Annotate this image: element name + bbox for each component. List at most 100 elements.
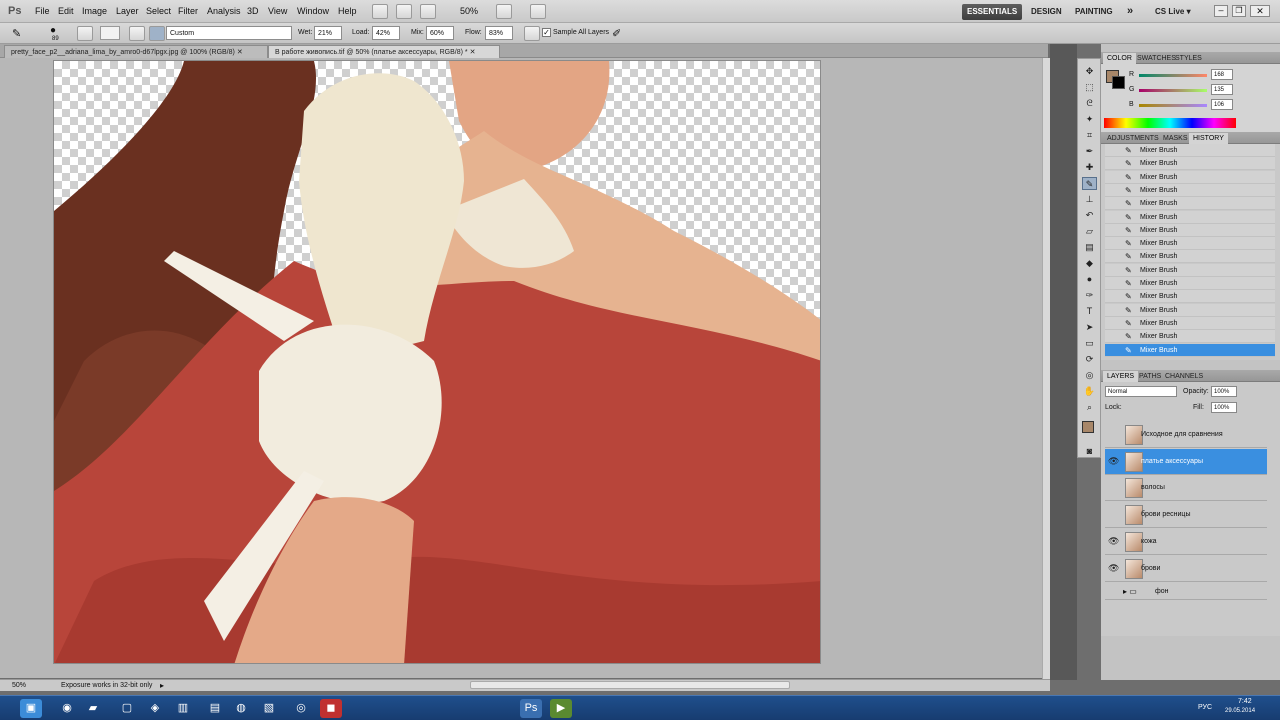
history-item[interactable]: ✎ Mixer Brush bbox=[1105, 144, 1275, 157]
path-selection-tool-icon[interactable]: ➤ bbox=[1082, 321, 1097, 334]
app-icon[interactable]: ▧ bbox=[258, 699, 280, 718]
blend-mode-select[interactable]: Normal bbox=[1105, 386, 1177, 397]
chrome-icon[interactable]: ◉ bbox=[56, 699, 78, 718]
launch-bridge-button[interactable] bbox=[372, 4, 388, 19]
vertical-scrollbar[interactable] bbox=[1042, 58, 1050, 680]
menu-analysis[interactable]: Analysis bbox=[207, 6, 241, 16]
zoom-tool-icon[interactable]: ⌕ bbox=[1082, 401, 1097, 414]
clock-date[interactable]: 29.05.2014 bbox=[1225, 708, 1255, 714]
clean-brush-after-stroke-button[interactable] bbox=[149, 26, 165, 41]
menu-3d[interactable]: 3D bbox=[247, 6, 259, 16]
app-icon[interactable]: ◈ bbox=[144, 699, 166, 718]
menu-layer[interactable]: Layer bbox=[116, 6, 139, 16]
horizontal-scrollbar-thumb[interactable] bbox=[470, 681, 790, 689]
history-item[interactable]: ✎ Mixer Brush bbox=[1105, 290, 1275, 304]
visibility-eye-icon[interactable] bbox=[1108, 509, 1119, 520]
history-item[interactable]: ✎ Mixer Brush bbox=[1105, 170, 1275, 184]
app-icon[interactable]: ◎ bbox=[290, 699, 312, 718]
restore-icon[interactable]: ❐ bbox=[1232, 5, 1246, 17]
workspace-essentials[interactable]: ESSENTIALS bbox=[962, 4, 1023, 20]
mix-input[interactable]: 60% bbox=[426, 26, 454, 40]
workspace-design[interactable]: DESIGN bbox=[1026, 4, 1067, 20]
layer-row[interactable]: брови ресницы bbox=[1105, 502, 1267, 529]
layer-row[interactable]: 👁 платье аксессуары bbox=[1105, 448, 1267, 475]
history-item[interactable]: ✎ Mixer Brush bbox=[1105, 250, 1275, 264]
brush-panel-toggle-button[interactable] bbox=[77, 26, 93, 41]
app-icon[interactable]: ▤ bbox=[204, 699, 226, 718]
color-spectrum-ramp[interactable] bbox=[1104, 118, 1236, 128]
green-slider[interactable] bbox=[1139, 89, 1207, 92]
menu-filter[interactable]: Filter bbox=[178, 6, 198, 16]
history-item[interactable]: ✎ Mixer Brush bbox=[1105, 223, 1275, 237]
history-item[interactable]: ✎ Mixer Brush bbox=[1105, 183, 1275, 197]
sample-all-layers-checkbox[interactable]: ✓ bbox=[542, 28, 551, 37]
tab-adjustments[interactable]: ADJUSTMENTS bbox=[1103, 133, 1163, 144]
blue-slider[interactable] bbox=[1139, 104, 1207, 107]
photoshop-task-icon[interactable]: Ps bbox=[520, 699, 542, 718]
foreground-color-swatch[interactable] bbox=[1082, 421, 1094, 433]
document-canvas[interactable] bbox=[53, 60, 821, 664]
history-item[interactable]: ✎ Mixer Brush bbox=[1105, 263, 1275, 277]
close-tab-icon[interactable]: ✕ bbox=[470, 49, 476, 56]
language-indicator[interactable]: РУС bbox=[1198, 704, 1212, 711]
clone-stamp-tool-icon[interactable]: ⊥ bbox=[1082, 193, 1097, 206]
tab-reference-photo[interactable]: pretty_face_p2__adriana_lima_by_amro0-d6… bbox=[4, 45, 268, 58]
app-icon[interactable]: ▥ bbox=[172, 699, 194, 718]
red-slider[interactable] bbox=[1139, 74, 1207, 77]
workspace-painting[interactable]: PAINTING bbox=[1070, 4, 1118, 20]
menu-select[interactable]: Select bbox=[146, 6, 171, 16]
layer-row[interactable]: Исходное для сравнения bbox=[1105, 422, 1267, 448]
launch-mini-bridge-button[interactable] bbox=[396, 4, 412, 19]
shape-tool-icon[interactable]: ▭ bbox=[1082, 337, 1097, 350]
arrange-documents-button[interactable] bbox=[496, 4, 512, 19]
pressure-icon[interactable]: ✐ bbox=[612, 27, 621, 40]
history-item[interactable]: ✎ Mixer Brush bbox=[1105, 277, 1275, 290]
quick-selection-tool-icon[interactable]: ✦ bbox=[1082, 113, 1097, 126]
history-item[interactable]: ✎ Mixer Brush bbox=[1105, 197, 1275, 211]
history-item[interactable]: ✎ Mixer Brush bbox=[1105, 330, 1275, 344]
history-item[interactable]: ✎ Mixer Brush bbox=[1105, 210, 1275, 224]
lasso-tool-icon[interactable]: ᘓ bbox=[1082, 97, 1097, 110]
cs-live-button[interactable]: CS Live ▾ bbox=[1150, 4, 1196, 20]
menu-edit[interactable]: Edit bbox=[58, 6, 74, 16]
history-item[interactable]: ✎ Mixer Brush bbox=[1105, 303, 1275, 317]
red-input[interactable]: 168 bbox=[1211, 69, 1233, 80]
wet-input[interactable]: 21% bbox=[314, 26, 342, 40]
tab-painting-document[interactable]: В работе живопись.tif @ 50% (платье аксе… bbox=[268, 45, 500, 58]
brush-picker-icon[interactable]: ● bbox=[50, 25, 56, 36]
eraser-tool-icon[interactable]: ▱ bbox=[1082, 225, 1097, 238]
healing-brush-tool-icon[interactable]: ✚ bbox=[1082, 161, 1097, 174]
history-item[interactable]: ✎ Mixer Brush bbox=[1105, 157, 1275, 171]
more-workspaces-button[interactable]: » bbox=[1122, 2, 1138, 18]
explorer-icon[interactable]: ▰ bbox=[82, 699, 104, 718]
app-icon[interactable]: ◼ bbox=[320, 699, 342, 718]
fill-input[interactable]: 100% bbox=[1211, 402, 1237, 413]
menu-window[interactable]: Window bbox=[297, 6, 329, 16]
bg-color-chip[interactable] bbox=[1112, 76, 1125, 89]
crop-tool-icon[interactable]: ⌗ bbox=[1082, 129, 1097, 142]
3d-orbit-tool-icon[interactable]: ◎ bbox=[1082, 369, 1097, 382]
start-button[interactable]: ▣ bbox=[20, 699, 42, 718]
folder-icon[interactable]: ▸ ▭ bbox=[1123, 587, 1137, 596]
current-brush-load-swatch[interactable] bbox=[100, 26, 120, 40]
status-zoom[interactable]: 50% bbox=[12, 682, 26, 689]
menu-view[interactable]: View bbox=[268, 6, 287, 16]
quick-mask-icon[interactable]: ◙ bbox=[1082, 445, 1097, 458]
green-input[interactable]: 135 bbox=[1211, 84, 1233, 95]
mixer-brush-tool-icon[interactable]: ✎ bbox=[1082, 177, 1097, 190]
close-icon[interactable]: ✕ bbox=[1250, 5, 1270, 17]
flow-input[interactable]: 83% bbox=[485, 26, 513, 40]
blending-preset-select[interactable]: Custom bbox=[166, 26, 292, 40]
tab-masks[interactable]: MASKS bbox=[1159, 133, 1192, 144]
history-brush-tool-icon[interactable]: ↶ bbox=[1082, 209, 1097, 222]
marquee-tool-icon[interactable]: ⬚ bbox=[1082, 81, 1097, 94]
history-item[interactable]: ✎ Mixer Brush bbox=[1105, 343, 1275, 357]
clock-time[interactable]: 7:42 bbox=[1238, 698, 1252, 705]
visibility-eye-icon[interactable]: 👁 bbox=[1108, 536, 1119, 547]
visibility-eye-icon[interactable] bbox=[1108, 482, 1119, 493]
airbrush-button[interactable] bbox=[524, 26, 540, 41]
app-icon[interactable]: ▢ bbox=[116, 699, 138, 718]
menu-help[interactable]: Help bbox=[338, 6, 357, 16]
layer-group-row[interactable]: ▸ ▭ фон bbox=[1105, 584, 1267, 601]
load-brush-after-stroke-button[interactable] bbox=[129, 26, 145, 41]
